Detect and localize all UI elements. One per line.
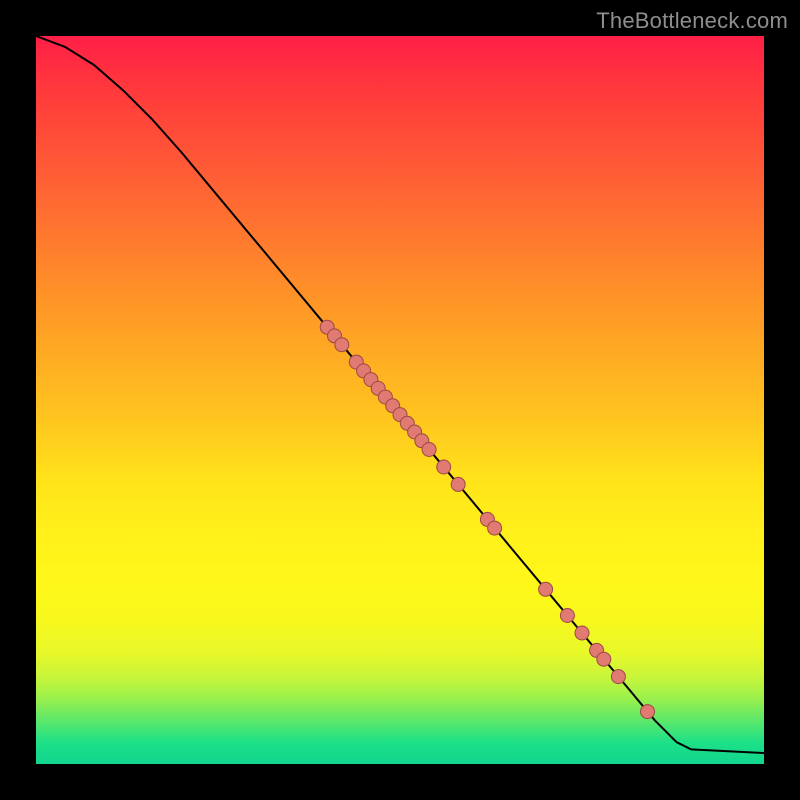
- plot-area: [36, 36, 764, 764]
- data-point: [575, 626, 589, 640]
- data-point: [335, 338, 349, 352]
- data-point: [451, 477, 465, 491]
- data-point: [641, 705, 655, 719]
- data-point: [539, 582, 553, 596]
- watermark-text: TheBottleneck.com: [596, 8, 788, 34]
- data-point: [422, 443, 436, 457]
- data-point: [437, 460, 451, 474]
- data-point: [611, 670, 625, 684]
- chart-svg: [36, 36, 764, 764]
- data-points: [320, 320, 654, 718]
- data-point: [560, 609, 574, 623]
- data-point: [488, 521, 502, 535]
- data-point: [597, 652, 611, 666]
- bottleneck-curve: [36, 36, 764, 753]
- chart-frame: TheBottleneck.com: [0, 0, 800, 800]
